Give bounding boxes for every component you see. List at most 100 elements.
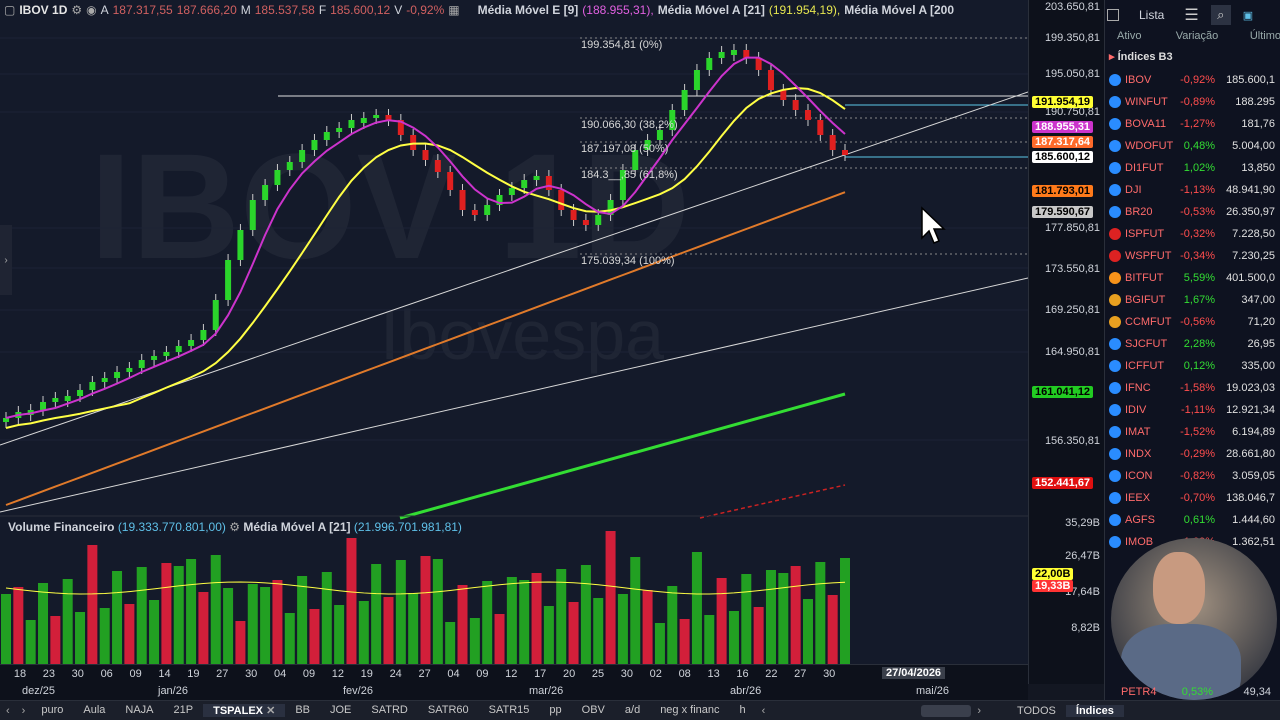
watchlist-row[interactable]: CCMFUT -0,56% 71,20 (1105, 311, 1280, 333)
volume-header: Volume Financeiro (19.333.770.801,00) ⚙ … (8, 520, 462, 534)
tab-bb[interactable]: BB (285, 704, 320, 717)
tab-joe[interactable]: JOE (320, 704, 361, 717)
tabs-scroll-left-icon[interactable]: ‹ (756, 705, 772, 717)
candle (323, 132, 330, 140)
watchlist-row[interactable]: WSPFUT -0,34% 7.230,25 (1105, 245, 1280, 267)
asset-icon (1109, 426, 1121, 438)
volume-bar (445, 622, 456, 664)
watchlist-row[interactable]: DI1FUT 1,02% 13,850 (1105, 157, 1280, 179)
watchlist-row[interactable]: IEEX -0,70% 138.046,7 (1105, 487, 1280, 509)
chart-area[interactable]: IBOV 1D Ibovespa ▢ IBOV 1D ⚙ ◉ A 187.317… (0, 0, 1028, 684)
price-chart[interactable] (0, 0, 1028, 664)
asset-name: WINFUT (1125, 96, 1168, 108)
list-menu-icon[interactable]: ☰ (1184, 5, 1198, 25)
asset-icon (1109, 448, 1121, 460)
symbol-label[interactable]: IBOV 1D (19, 3, 67, 17)
ma21-label[interactable]: Média Móvel A [21] (658, 3, 765, 17)
tab-obv[interactable]: OBV (572, 704, 615, 717)
volume-label[interactable]: Volume Financeiro (8, 520, 114, 534)
watchlist-row[interactable]: WDOFUT 0,48% 5.004,00 (1105, 135, 1280, 157)
scroll-left-icon[interactable]: ‹ (0, 705, 16, 717)
ma200-label[interactable]: Média Móvel A [200 (844, 3, 954, 17)
tab-a-d[interactable]: a/d (615, 704, 650, 717)
volume-bar (580, 565, 591, 664)
watchlist-row[interactable]: IBOV -0,92% 185.600,1 (1105, 69, 1280, 91)
date-tick: 30 (71, 668, 84, 680)
ma9-label[interactable]: Média Móvel E [9] (478, 3, 579, 17)
watchlist-row[interactable]: IMAT -1,52% 6.194,89 (1105, 421, 1280, 443)
asset-variation: 1,02% (1183, 162, 1215, 174)
scroll-right-icon[interactable]: › (16, 705, 32, 717)
tab-21p[interactable]: 21P (164, 704, 204, 717)
asset-variation: -0,56% (1180, 316, 1215, 328)
volume-bar (62, 579, 73, 664)
volume-bar (691, 552, 702, 664)
watchlist-group[interactable]: ▸ Índices B3 (1105, 50, 1280, 68)
tabs-scroll-right-icon[interactable]: › (971, 705, 987, 717)
fibo-label-0: 199.354,81 (0%) (581, 39, 663, 51)
watchlist-row[interactable]: ISPFUT -0,32% 7.228,50 (1105, 223, 1280, 245)
watchlist-row[interactable]: DJI -1,13% 48.941,90 (1105, 179, 1280, 201)
panel-toggle-icon[interactable] (1107, 9, 1119, 21)
watchlist-row[interactable]: INDX -0,29% 28.661,80 (1105, 443, 1280, 465)
watchlist-row[interactable]: BITFUT 5,59% 401.500,0 (1105, 267, 1280, 289)
candle (163, 352, 170, 356)
chevron-left-icon[interactable]: › (0, 225, 12, 295)
column-header-variation[interactable]: Variação (1167, 30, 1227, 46)
volume-bar (778, 573, 789, 664)
watchlist-row[interactable]: AGFS 0,61% 1.444,60 (1105, 509, 1280, 531)
close-icon[interactable]: ✕ (263, 705, 275, 717)
date-tick: 27 (418, 668, 431, 680)
watchlist-row[interactable]: BR20 -0,53% 26.350,97 (1105, 201, 1280, 223)
tab-h[interactable]: h (730, 704, 756, 717)
candle (348, 120, 355, 128)
tab-todos[interactable]: TODOS (1007, 705, 1066, 717)
column-header-asset[interactable]: Ativo (1105, 30, 1167, 46)
tab-satr60[interactable]: SATR60 (418, 704, 479, 717)
collapse-icon[interactable]: ▢ (4, 3, 15, 17)
candle (237, 230, 244, 260)
watchlist-bottom-row[interactable]: PETR4 0,53% 49,34 (1105, 686, 1280, 700)
more-icon[interactable]: ▦ (448, 3, 459, 17)
tab-tspalex[interactable]: TSPALEX ✕ (203, 704, 286, 717)
watchlist-row[interactable]: WINFUT -0,89% 188.295 (1105, 91, 1280, 113)
search-icon[interactable]: ⌕ (1210, 5, 1231, 25)
asset-name: IDIV (1125, 404, 1147, 416)
asset-icon (1109, 206, 1121, 218)
watchlist-row[interactable]: SJCFUT 2,28% 26,95 (1105, 333, 1280, 355)
tab-neg-x-financ[interactable]: neg x financ (650, 704, 729, 717)
visibility-icon[interactable]: ◉ (86, 3, 96, 17)
candle (545, 176, 552, 190)
tab-naja[interactable]: NAJA (115, 704, 163, 717)
watchlist-row[interactable]: IFNC -1,58% 19.023,03 (1105, 377, 1280, 399)
settings-icon[interactable]: ⚙ (71, 3, 82, 17)
price-pill: 185.600,12 (1032, 151, 1094, 163)
horizontal-scrollbar[interactable] (921, 704, 972, 717)
collapse-arrow-icon[interactable]: ▸ (1109, 51, 1115, 63)
asset-last: 188.295 (1235, 96, 1275, 108)
tab-puro[interactable]: puro (31, 704, 73, 717)
watchlist-row[interactable]: ICON -0,82% 3.059,05 (1105, 465, 1280, 487)
month-label: mar/26 (529, 685, 564, 697)
volume-settings-icon[interactable]: ⚙ (229, 520, 240, 534)
asset-name: AGFS (1125, 514, 1155, 526)
tab-pp[interactable]: pp (539, 704, 571, 717)
watchlist-row[interactable]: ICFFUT 0,12% 335,00 (1105, 355, 1280, 377)
volume-ma-label[interactable]: Média Móvel A [21] (243, 520, 350, 534)
asset-variation: -1,58% (1180, 382, 1215, 394)
asset-icon (1109, 74, 1121, 86)
tab-indices[interactable]: Índices (1065, 704, 1124, 717)
watchlist-tab[interactable]: Lista (1139, 8, 1164, 22)
tab-aula[interactable]: Aula (73, 704, 115, 717)
asset-last: 335,00 (1241, 360, 1275, 372)
tab-satr15[interactable]: SATR15 (479, 704, 540, 717)
watchlist-row[interactable]: BOVA11 -1,27% 181,76 (1105, 113, 1280, 135)
watchlist-row[interactable]: BGIFUT 1,67% 347,00 (1105, 289, 1280, 311)
watchlist-row[interactable]: IDIV -1,11% 12.921,34 (1105, 399, 1280, 421)
date-axis[interactable]: 18 23 30 06 09 14 19 27 30 04 09 12 19 24 27 04 09 12 17 20… (0, 664, 1028, 700)
volume-bar (469, 618, 480, 664)
volume-bar (38, 583, 49, 664)
tab-satrd[interactable]: SATRD (361, 704, 417, 717)
column-header-last[interactable]: Último (1227, 30, 1280, 46)
window-icon[interactable]: ▣ (1243, 9, 1253, 22)
